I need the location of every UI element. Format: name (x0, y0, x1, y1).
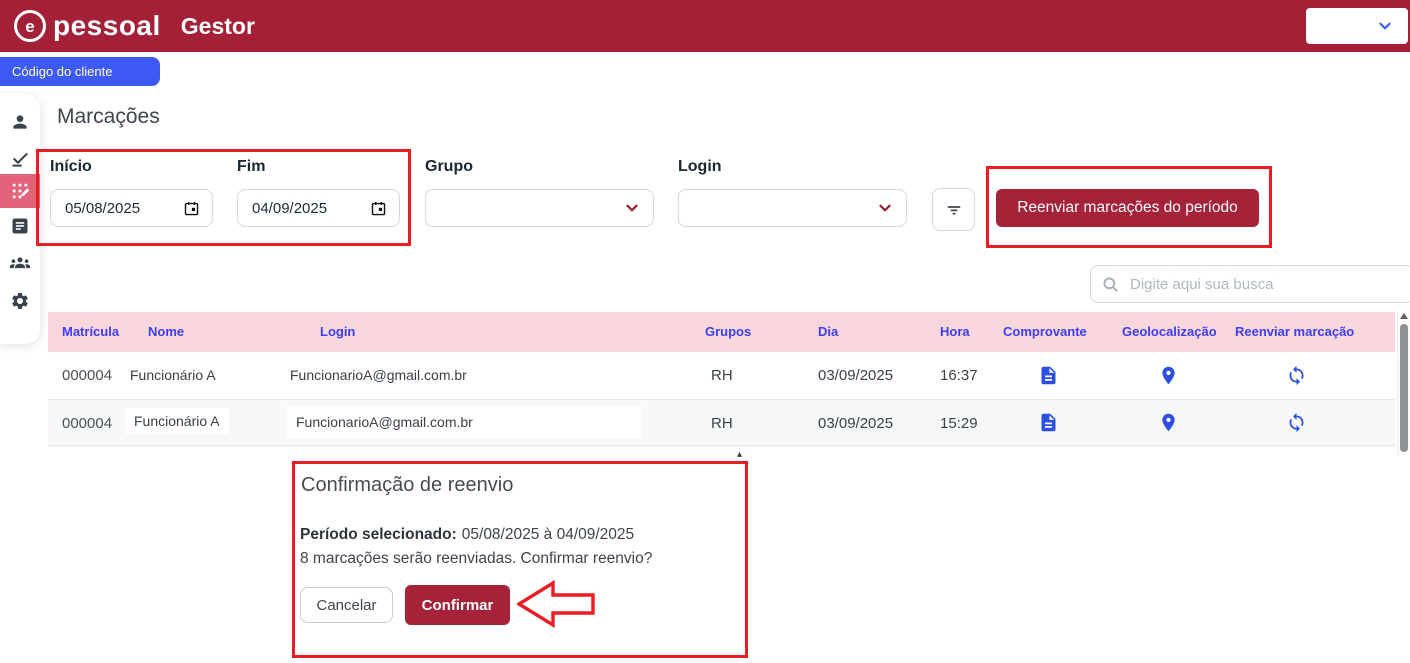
sidebar-item-reports[interactable] (0, 209, 40, 243)
inicio-date-input[interactable]: 05/08/2025 (50, 189, 213, 227)
sync-icon (1289, 365, 1304, 386)
gear-icon (12, 293, 28, 309)
filter-list-icon (947, 205, 960, 215)
col-comprovante: Comprovante (1003, 324, 1087, 339)
login-label: Login (678, 158, 722, 175)
chevron-down-icon (1379, 22, 1391, 30)
cell-login: FuncionarioA@gmail.com.br (290, 367, 467, 383)
cell-dia: 03/09/2025 (818, 415, 894, 432)
search-icon (1103, 276, 1118, 292)
cell-nome-text: Funcionário A (125, 408, 229, 434)
modal-period-value: 05/08/2025 à 04/09/2025 (461, 526, 635, 543)
cell-hora: 15:29 (940, 415, 978, 432)
cell-grupos: RH (711, 367, 733, 384)
chevron-down-icon (879, 204, 891, 212)
grupo-label: Grupo (425, 158, 473, 175)
reenviar-marcacao-button[interactable] (1286, 365, 1308, 387)
col-geolocalizacao: Geolocalização (1122, 324, 1217, 339)
sidebar-item-user[interactable] (0, 105, 40, 139)
annotation-arrow (517, 580, 595, 629)
app-registration-icon (12, 183, 30, 199)
location-pin-icon (1162, 413, 1175, 432)
epessoal-logo-icon: e (14, 10, 46, 42)
cell-matricula: 000004 (62, 415, 113, 432)
cell-hora: 16:37 (940, 367, 978, 384)
inicio-label: Início (50, 158, 92, 175)
search-input[interactable] (1128, 274, 1404, 294)
article-icon (12, 218, 28, 234)
scrollbar-thumb[interactable] (1400, 324, 1408, 452)
sidebar-item-settings[interactable] (0, 284, 40, 318)
table-row: 000004 Funcionário A FuncionarioA@gmail.… (48, 352, 1395, 399)
table-scrollbar[interactable] (1397, 311, 1410, 455)
fim-label: Fim (237, 158, 266, 175)
modal-message: 8 marcações serão reenviadas. Confirmar … (300, 550, 653, 567)
cell-grupos: RH (711, 415, 733, 432)
user-dropdown[interactable] (1306, 8, 1408, 44)
grupo-select[interactable] (425, 189, 654, 227)
page-title: Marcações (57, 105, 160, 128)
search-box (1090, 265, 1410, 303)
cell-dia: 03/09/2025 (818, 367, 894, 384)
modal-period-label: Período selecionado: (300, 526, 457, 543)
calendar-icon (184, 201, 199, 215)
col-nome: Nome (148, 324, 185, 339)
login-select[interactable] (678, 189, 907, 227)
reenviar-marcacao-button[interactable] (1286, 412, 1308, 434)
sidebar-item-teams[interactable] (0, 246, 40, 280)
cell-login-text: FuncionarioA@gmail.com.br (287, 406, 641, 438)
sidebar-item-marcacoes-active[interactable] (0, 174, 40, 208)
comprovante-button[interactable] (1038, 412, 1060, 434)
chevron-down-icon (626, 204, 638, 212)
brand-product: Gestor (180, 12, 255, 39)
calendar-icon (371, 201, 386, 215)
brand-name: pessoal (53, 10, 161, 41)
table-header: Matrícula Nome Login Grupos Dia Hora Com… (48, 312, 1395, 352)
col-matricula: Matrícula (62, 324, 120, 339)
fim-date-input[interactable]: 04/09/2025 (237, 189, 400, 227)
col-reenviar-marcacao: Reenviar marcação (1235, 324, 1355, 339)
groups-icon (9, 257, 31, 269)
confirm-button[interactable]: Confirmar (405, 585, 510, 625)
inicio-date-value: 05/08/2025 (65, 199, 141, 217)
app-header: e pessoal Gestor (0, 0, 1410, 52)
resend-period-button[interactable]: Reenviar marcações do período (996, 189, 1259, 227)
more-filters-button[interactable] (932, 188, 975, 231)
cancel-button[interactable]: Cancelar (300, 587, 393, 623)
person-icon (13, 115, 27, 129)
geolocalizacao-button[interactable] (1158, 412, 1180, 434)
client-code-button[interactable]: Código do cliente (0, 57, 160, 86)
cell-nome: Funcionário A (130, 367, 216, 383)
document-icon (1041, 366, 1056, 385)
sidebar-item-approvals[interactable] (0, 142, 40, 176)
col-dia: Dia (818, 324, 839, 339)
modal-title: Confirmação de reenvio (301, 474, 514, 496)
scroll-up-arrow[interactable] (1400, 313, 1408, 319)
location-pin-icon (1162, 366, 1175, 385)
col-grupos: Grupos (705, 324, 752, 339)
cell-login: FuncionarioA@gmail.com.br (287, 406, 641, 438)
cell-nome: Funcionário A (125, 408, 229, 434)
check-underline-icon (12, 153, 28, 167)
modal-period-line: Período selecionado: 05/08/2025 à 04/09/2… (300, 526, 634, 544)
sync-icon (1289, 412, 1304, 433)
brand-logo: e pessoal Gestor (14, 10, 255, 42)
document-icon (1041, 413, 1056, 432)
col-hora: Hora (940, 324, 970, 339)
fim-date-value: 04/09/2025 (252, 199, 328, 217)
geolocalizacao-button[interactable] (1158, 365, 1180, 387)
resize-caret: ▴ (737, 449, 743, 460)
cell-matricula: 000004 (62, 367, 113, 384)
sidebar (0, 94, 40, 344)
table-row: 000004 Funcionário A FuncionarioA@gmail.… (48, 399, 1395, 446)
comprovante-button[interactable] (1038, 365, 1060, 387)
col-login: Login (320, 324, 356, 339)
